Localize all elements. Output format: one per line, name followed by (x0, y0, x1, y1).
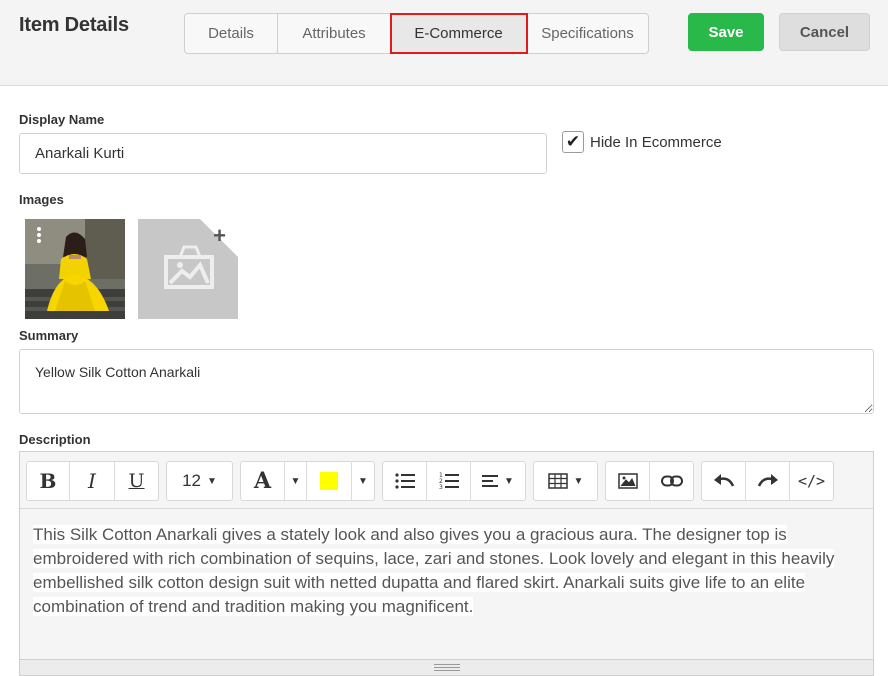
image-icon (617, 473, 638, 489)
highlight-color-button[interactable] (307, 462, 352, 500)
hide-in-ecommerce-label: Hide In Ecommerce (590, 133, 722, 151)
toolbar-group-lists: 1 2 3 ▼ (382, 461, 526, 501)
svg-text:3: 3 (439, 484, 443, 490)
toolbar-group-history: </> (701, 461, 834, 501)
hide-in-ecommerce-checkbox[interactable]: ✔ (562, 131, 584, 153)
images-label: Images (19, 192, 64, 207)
display-name-label: Display Name (19, 112, 105, 127)
redo-icon (757, 474, 778, 487)
page-header: Item Details Details Attributes E-Commer… (0, 0, 888, 86)
code-view-button[interactable]: </> (790, 462, 833, 500)
caret-down-icon: ▼ (290, 475, 301, 487)
insert-image-button[interactable] (606, 462, 650, 500)
toolbar-group-table: ▼ (533, 461, 598, 501)
cancel-button[interactable]: Cancel (779, 13, 870, 51)
tab-ecommerce[interactable]: E-Commerce (390, 13, 528, 54)
link-icon (660, 475, 683, 487)
align-dropdown[interactable]: ▼ (471, 462, 525, 500)
description-text: This Silk Cotton Anarkali gives a statel… (33, 525, 835, 616)
description-content[interactable]: This Silk Cotton Anarkali gives a statel… (20, 508, 873, 658)
table-icon (547, 473, 568, 489)
table-dropdown[interactable]: ▼ (534, 462, 597, 500)
editor-resize-handle[interactable] (20, 659, 873, 675)
bold-button[interactable]: B (27, 462, 70, 500)
caret-down-icon: ▼ (573, 475, 584, 487)
tab-bar: Details Attributes E-Commerce Specificat… (184, 13, 649, 54)
underline-button[interactable]: U (115, 462, 158, 500)
editor-toolbar: B I U 12 ▼ A ▼ ▼ 1 2 3 ▼ ▼ </> (26, 461, 841, 501)
code-icon: </> (797, 472, 826, 490)
toolbar-group-insert (605, 461, 694, 501)
resize-grip-icon (434, 664, 460, 671)
font-size-dropdown[interactable]: 12 ▼ (167, 462, 232, 500)
display-name-input[interactable] (19, 133, 547, 174)
redo-button[interactable] (746, 462, 790, 500)
bullet-list-button[interactable] (383, 462, 427, 500)
toolbar-group-format: B I U (26, 461, 159, 501)
description-label: Description (19, 432, 91, 447)
summary-textarea[interactable]: Yellow Silk Cotton Anarkali (19, 349, 874, 414)
italic-icon: I (88, 469, 96, 493)
numbered-list-icon: 1 2 3 (439, 472, 459, 490)
highlight-swatch-icon (320, 472, 338, 490)
caret-down-icon: ▼ (504, 475, 514, 487)
tab-details[interactable]: Details (185, 14, 278, 53)
italic-button[interactable]: I (70, 462, 115, 500)
bold-icon: B (39, 469, 57, 493)
summary-label: Summary (19, 328, 79, 343)
align-left-icon (482, 475, 499, 487)
tab-specifications[interactable]: Specifications (527, 14, 648, 53)
font-size-value: 12 (182, 471, 201, 490)
add-image-button[interactable]: + (138, 219, 238, 319)
product-image-thumbnail[interactable] (25, 219, 125, 319)
caret-down-icon: ▼ (207, 475, 217, 487)
underline-icon: U (128, 470, 145, 492)
font-color-icon: A (253, 468, 272, 494)
font-color-button[interactable]: A (241, 462, 285, 500)
font-color-dropdown[interactable]: ▼ (285, 462, 307, 500)
plus-icon: + (213, 223, 226, 248)
highlight-color-dropdown[interactable]: ▼ (352, 462, 374, 500)
hide-in-ecommerce-toggle[interactable]: ✔ Hide In Ecommerce (562, 131, 722, 153)
insert-link-button[interactable] (650, 462, 693, 500)
save-button[interactable]: Save (688, 13, 764, 51)
caret-down-icon: ▼ (358, 475, 368, 487)
toolbar-group-color: A ▼ ▼ (240, 461, 375, 501)
checkmark-icon: ✔ (565, 132, 581, 151)
bullet-list-icon (394, 473, 415, 489)
page-title: Item Details (19, 14, 129, 36)
image-options-icon[interactable] (37, 227, 41, 243)
toolbar-group-fontsize: 12 ▼ (166, 461, 233, 501)
tab-attributes[interactable]: Attributes (278, 14, 391, 53)
undo-icon (713, 474, 734, 487)
undo-button[interactable] (702, 462, 746, 500)
description-editor: B I U 12 ▼ A ▼ ▼ 1 2 3 ▼ ▼ </> This Silk… (19, 451, 874, 676)
numbered-list-button[interactable]: 1 2 3 (427, 462, 471, 500)
